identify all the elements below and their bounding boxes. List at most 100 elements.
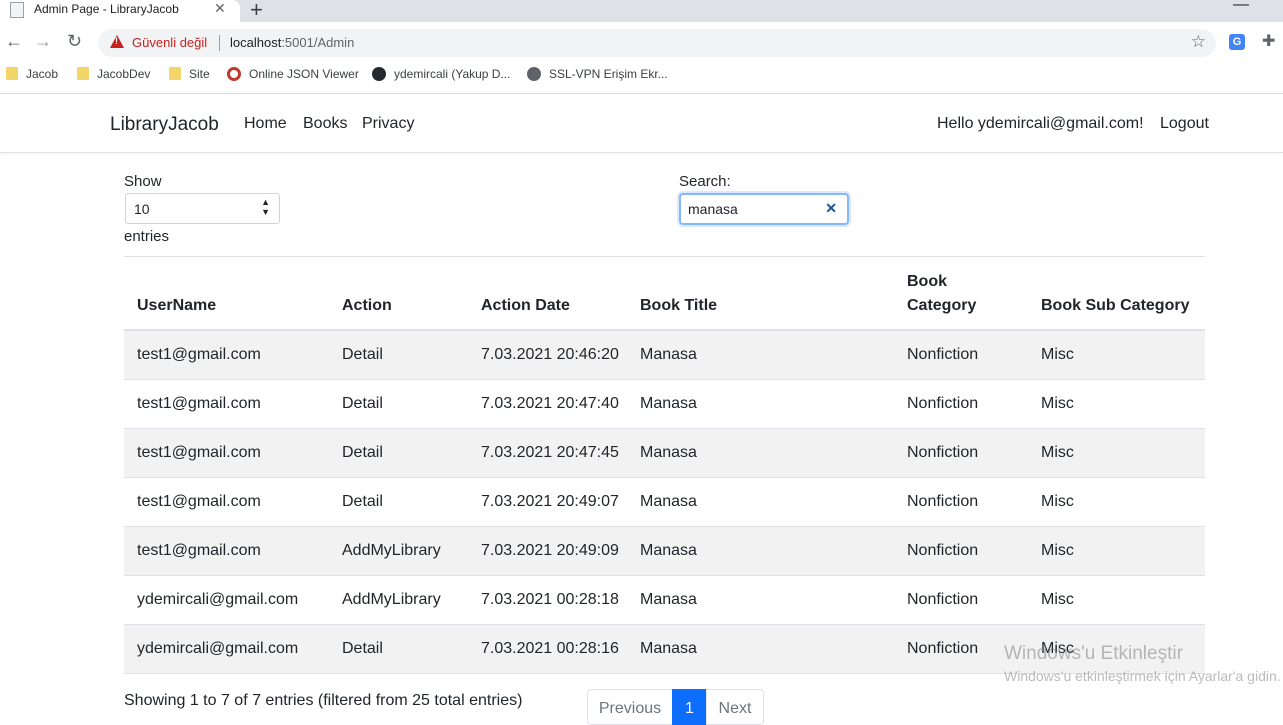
- bookmark-item[interactable]: Site: [169, 67, 210, 81]
- table-cell: 7.03.2021 20:49:07: [481, 493, 619, 510]
- search-label: Search:: [679, 173, 731, 190]
- minimize-icon[interactable]: —: [1233, 0, 1249, 14]
- table-cell: Detail: [342, 395, 383, 412]
- table-cell: Manasa: [640, 591, 697, 608]
- table-cell: test1@gmail.com: [137, 493, 261, 510]
- nav-link-privacy[interactable]: Privacy: [362, 115, 414, 133]
- pagination-page-button[interactable]: 1: [672, 689, 707, 725]
- bookmark-item[interactable]: Online JSON Viewer: [227, 67, 359, 81]
- table-cell: Misc: [1041, 444, 1074, 461]
- table-row: test1@gmail.com Detail 7.03.2021 20:49:07 M…: [124, 478, 1205, 527]
- logout-link[interactable]: Logout: [1160, 115, 1209, 133]
- table-cell: Nonfiction: [907, 591, 979, 608]
- table-row: test1@gmail.com Detail 7.03.2021 20:47:45 M…: [124, 429, 1205, 478]
- nav-link-books[interactable]: Books: [303, 115, 347, 133]
- table-cell: test1@gmail.com: [137, 542, 261, 559]
- table-cell: Nonfiction: [907, 640, 979, 657]
- table-info: Showing 1 to 7 of 7 entries (filtered fr…: [124, 692, 523, 709]
- table-cell: Nonfiction: [907, 542, 979, 559]
- table-cell: Nonfiction: [907, 346, 979, 363]
- table-cell: test1@gmail.com: [137, 395, 261, 412]
- table-cell: ydemircali@gmail.com: [137, 591, 299, 608]
- browser-toolbar: ← → ↻ Güvenli değil localhost:5001/Admin…: [0, 22, 1283, 64]
- table-cell: AddMyLibrary: [342, 542, 441, 559]
- table-cell: test1@gmail.com: [137, 346, 261, 363]
- close-icon[interactable]: ✕: [214, 0, 226, 17]
- table-cell: Nonfiction: [907, 493, 979, 510]
- show-label: Show: [124, 173, 162, 190]
- pagination-previous-button[interactable]: Previous: [587, 689, 673, 725]
- table-cell: test1@gmail.com: [137, 444, 261, 461]
- table-row: test1@gmail.com AddMyLibrary 7.03.2021 20:…: [124, 527, 1205, 576]
- address-bar[interactable]: Güvenli değil localhost:5001/Admin ☆: [98, 29, 1216, 57]
- nav-link-home[interactable]: Home: [244, 115, 287, 133]
- table-cell: Detail: [342, 640, 383, 657]
- back-icon[interactable]: ←: [5, 31, 23, 52]
- table-cell: Nonfiction: [907, 395, 979, 412]
- table-cell: Detail: [342, 346, 383, 363]
- table-row: test1@gmail.com Detail 7.03.2021 20:47:40 M…: [124, 380, 1205, 429]
- table-cell: 7.03.2021 20:47:40: [481, 395, 619, 412]
- table-cell: 7.03.2021 20:46:20: [481, 346, 619, 363]
- search-field[interactable]: ✕: [679, 193, 849, 225]
- divider: [124, 256, 1205, 257]
- page-length-select[interactable]: 10 ▲ ▼: [125, 193, 280, 224]
- table-row: test1@gmail.com Detail 7.03.2021 20:46:20 M…: [124, 331, 1205, 380]
- site-navbar: LibraryJacob Home Books Privacy Hello yd…: [0, 94, 1283, 153]
- table-cell: 7.03.2021 00:28:16: [481, 640, 619, 657]
- github-icon: [372, 67, 386, 81]
- column-header-action-date[interactable]: Action Date: [481, 294, 570, 318]
- user-greeting[interactable]: Hello ydemircali@gmail.com!: [937, 115, 1144, 133]
- table-cell: Manasa: [640, 493, 697, 510]
- column-header-book-sub-category[interactable]: Book Sub Category: [1041, 294, 1189, 318]
- extensions-puzzle-icon[interactable]: ✚: [1262, 31, 1275, 51]
- table-cell: 7.03.2021 20:49:09: [481, 542, 619, 559]
- bookmark-item[interactable]: ydemircali (Yakup D...: [372, 67, 510, 81]
- table-cell: 7.03.2021 20:47:45: [481, 444, 619, 461]
- table-cell: Detail: [342, 493, 383, 510]
- url-text[interactable]: localhost:5001/Admin: [230, 35, 354, 50]
- bookmark-item[interactable]: Jacob: [6, 67, 58, 81]
- column-header-book-category[interactable]: Book Category: [907, 270, 1007, 318]
- bookmark-item[interactable]: SSL-VPN Erişim Ekr...: [527, 67, 668, 81]
- warning-icon: [110, 35, 124, 48]
- search-input[interactable]: [688, 201, 818, 217]
- insecure-label[interactable]: Güvenli değil: [132, 35, 207, 50]
- pagination-next-button[interactable]: Next: [706, 689, 764, 725]
- translate-extension-icon[interactable]: G: [1229, 34, 1245, 50]
- table-cell: Manasa: [640, 444, 697, 461]
- activation-watermark-text: Windows'u etkinleştirmek için Ayarlar'a …: [1004, 668, 1281, 684]
- table-cell: Manasa: [640, 640, 697, 657]
- bookmarks-bar: Jacob JacobDev Site Online JSON Viewer y…: [0, 64, 1283, 86]
- clear-search-icon[interactable]: ✕: [825, 200, 837, 217]
- entries-label: entries: [124, 228, 170, 245]
- activation-watermark-title: Windows'u Etkinleştir: [1004, 643, 1183, 664]
- forward-icon[interactable]: →: [34, 31, 52, 52]
- column-header-book-title[interactable]: Book Title: [640, 294, 717, 318]
- bookmark-star-icon[interactable]: ☆: [1191, 32, 1206, 52]
- column-header-action[interactable]: Action: [342, 294, 392, 318]
- table-cell: AddMyLibrary: [342, 591, 441, 608]
- table-cell: Manasa: [640, 395, 697, 412]
- bookmark-item[interactable]: JacobDev: [77, 67, 150, 81]
- page-icon: [10, 2, 24, 18]
- table-cell: Misc: [1041, 346, 1074, 363]
- tab-strip: Admin Page - LibraryJacob ✕ + —: [0, 0, 1283, 22]
- brand-link[interactable]: LibraryJacob: [110, 114, 219, 136]
- table-cell: Misc: [1041, 395, 1074, 412]
- column-header-username[interactable]: UserName: [137, 294, 216, 318]
- table-cell: Misc: [1041, 493, 1074, 510]
- table-row: ydemircali@gmail.com AddMyLibrary 7.03.202…: [124, 576, 1205, 625]
- reload-icon[interactable]: ↻: [67, 31, 82, 52]
- browser-tab[interactable]: Admin Page - LibraryJacob ✕: [0, 0, 240, 22]
- table-cell: Misc: [1041, 591, 1074, 608]
- table-cell: Nonfiction: [907, 444, 979, 461]
- new-tab-icon[interactable]: +: [250, 0, 263, 23]
- json-viewer-icon: [227, 67, 241, 81]
- table-cell: Manasa: [640, 346, 697, 363]
- globe-icon: [527, 67, 541, 81]
- folder-icon: [6, 67, 18, 80]
- table-cell: Detail: [342, 444, 383, 461]
- table-cell: ydemircali@gmail.com: [137, 640, 299, 657]
- divider: [219, 35, 220, 51]
